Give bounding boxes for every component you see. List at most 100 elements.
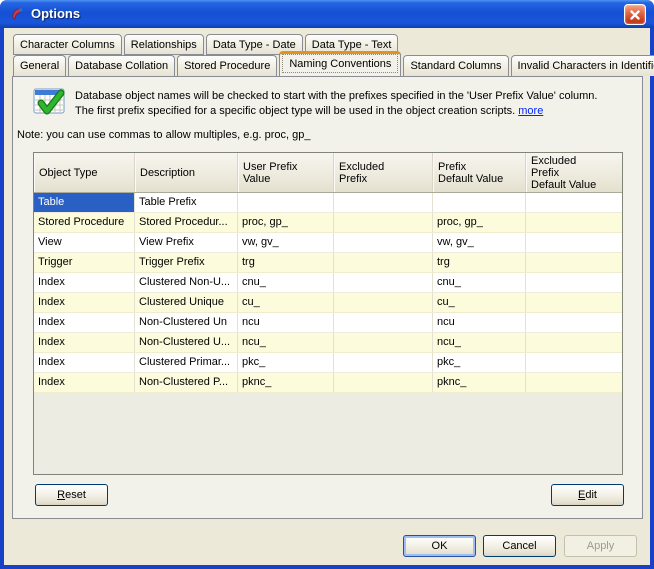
tab-invalid-characters-in-identifiers[interactable]: Invalid Characters in Identifiers xyxy=(511,55,654,76)
grid-cell[interactable]: proc, gp_ xyxy=(433,213,526,232)
grid-row[interactable]: Stored ProcedureStored Procedur...proc, … xyxy=(34,213,622,233)
column-header[interactable]: Prefix Default Value xyxy=(433,153,526,192)
grid-cell[interactable]: vw, gv_ xyxy=(238,233,334,252)
grid-cell[interactable]: Table Prefix xyxy=(135,193,238,212)
titlebar[interactable]: Options xyxy=(0,0,654,28)
grid-cell[interactable]: cnu_ xyxy=(238,273,334,292)
grid-cell[interactable]: ncu xyxy=(433,313,526,332)
options-dialog: Options Character ColumnsRelationshipsDa… xyxy=(0,0,654,569)
selected-cell[interactable]: Table xyxy=(34,193,135,212)
column-header[interactable]: Excluded Prefix xyxy=(334,153,433,192)
info-line1: Database object names will be checked to… xyxy=(75,89,635,104)
grid-row[interactable]: ViewView Prefixvw, gv_vw, gv_ xyxy=(34,233,622,253)
info-text: Database object names will be checked to… xyxy=(75,89,635,119)
grid-cell[interactable]: Index xyxy=(34,293,135,312)
grid-cell[interactable] xyxy=(334,193,433,212)
grid-cell[interactable]: Non-Clustered U... xyxy=(135,333,238,352)
grid-cell[interactable]: Trigger Prefix xyxy=(135,253,238,272)
grid-cell[interactable]: Index xyxy=(34,273,135,292)
grid-cell[interactable]: vw, gv_ xyxy=(433,233,526,252)
grid-cell[interactable]: Clustered Primar... xyxy=(135,353,238,372)
grid-row[interactable]: IndexNon-Clustered Unncuncu xyxy=(34,313,622,333)
tab-relationships[interactable]: Relationships xyxy=(124,34,204,55)
grid-cell[interactable]: pknc_ xyxy=(433,373,526,392)
grid-cell[interactable]: Index xyxy=(34,313,135,332)
grid-cell[interactable] xyxy=(526,293,622,312)
grid-cell[interactable]: pkc_ xyxy=(238,353,334,372)
grid-cell[interactable] xyxy=(526,213,622,232)
grid-cell[interactable] xyxy=(526,373,622,392)
tab-database-collation[interactable]: Database Collation xyxy=(68,55,175,76)
grid-cell[interactable] xyxy=(334,373,433,392)
grid-cell[interactable]: cu_ xyxy=(433,293,526,312)
grid-cell[interactable] xyxy=(334,333,433,352)
grid-cell[interactable] xyxy=(238,193,334,212)
grid-cell[interactable]: ncu xyxy=(238,313,334,332)
grid-cell[interactable]: Trigger xyxy=(34,253,135,272)
grid-cell[interactable]: trg xyxy=(238,253,334,272)
reset-button[interactable]: Reset xyxy=(35,484,108,506)
grid-cell[interactable]: trg xyxy=(433,253,526,272)
grid-cell[interactable]: pkc_ xyxy=(433,353,526,372)
tab-naming-conventions[interactable]: Naming Conventions xyxy=(279,51,401,76)
ok-button[interactable]: OK xyxy=(403,535,476,557)
grid-cell[interactable]: cu_ xyxy=(238,293,334,312)
column-header[interactable]: Object Type xyxy=(34,153,135,192)
grid-row[interactable]: TriggerTrigger Prefixtrgtrg xyxy=(34,253,622,273)
tab-general[interactable]: General xyxy=(13,55,66,76)
grid-cell[interactable]: ncu_ xyxy=(433,333,526,352)
grid-cell[interactable]: View xyxy=(34,233,135,252)
grid-cell[interactable]: pknc_ xyxy=(238,373,334,392)
close-button[interactable] xyxy=(624,4,646,25)
grid-cell[interactable]: cnu_ xyxy=(433,273,526,292)
column-header[interactable]: Description xyxy=(135,153,238,192)
grid-cell[interactable] xyxy=(526,353,622,372)
apply-label: Apply xyxy=(587,540,615,552)
grid-cell[interactable] xyxy=(526,253,622,272)
note-text: Note: you can use commas to allow multip… xyxy=(17,129,310,141)
grid-cell[interactable]: Index xyxy=(34,373,135,392)
grid-cell[interactable] xyxy=(334,213,433,232)
grid-cell[interactable]: Non-Clustered P... xyxy=(135,373,238,392)
apply-button[interactable]: Apply xyxy=(564,535,637,557)
grid-header: Object TypeDescriptionUser Prefix ValueE… xyxy=(34,153,622,193)
grid-cell[interactable]: Clustered Unique xyxy=(135,293,238,312)
grid-row[interactable]: IndexNon-Clustered U...ncu_ncu_ xyxy=(34,333,622,353)
grid-cell[interactable] xyxy=(526,193,622,212)
grid-row[interactable]: IndexClustered Primar...pkc_pkc_ xyxy=(34,353,622,373)
grid-cell[interactable] xyxy=(334,293,433,312)
tab-character-columns[interactable]: Character Columns xyxy=(13,34,122,55)
more-link[interactable]: more xyxy=(518,105,543,117)
grid-cell[interactable]: Stored Procedure xyxy=(34,213,135,232)
grid-cell[interactable] xyxy=(334,353,433,372)
grid-cell[interactable] xyxy=(526,333,622,352)
grid-cell[interactable] xyxy=(334,273,433,292)
grid-cell[interactable] xyxy=(526,233,622,252)
grid-cell[interactable]: Index xyxy=(34,353,135,372)
grid-cell[interactable]: Index xyxy=(34,333,135,352)
ok-label: OK xyxy=(432,540,448,552)
grid-cell[interactable] xyxy=(334,313,433,332)
grid-cell[interactable] xyxy=(526,313,622,332)
grid-body: TableTable PrefixStored ProcedureStored … xyxy=(34,193,622,393)
cancel-button[interactable]: Cancel xyxy=(483,535,556,557)
edit-button[interactable]: Edit xyxy=(551,484,624,506)
grid-row[interactable]: IndexClustered Non-U...cnu_cnu_ xyxy=(34,273,622,293)
grid-cell[interactable]: Stored Procedur... xyxy=(135,213,238,232)
grid-cell[interactable]: View Prefix xyxy=(135,233,238,252)
grid-cell[interactable] xyxy=(433,193,526,212)
grid-cell[interactable] xyxy=(526,273,622,292)
tab-standard-columns[interactable]: Standard Columns xyxy=(403,55,508,76)
grid-row[interactable]: IndexClustered Uniquecu_cu_ xyxy=(34,293,622,313)
grid-cell[interactable] xyxy=(334,253,433,272)
grid-cell[interactable]: ncu_ xyxy=(238,333,334,352)
grid-row[interactable]: TableTable Prefix xyxy=(34,193,622,213)
column-header[interactable]: User Prefix Value xyxy=(238,153,334,192)
grid-cell[interactable]: proc, gp_ xyxy=(238,213,334,232)
grid-row[interactable]: IndexNon-Clustered P...pknc_pknc_ xyxy=(34,373,622,393)
column-header[interactable]: Excluded Prefix Default Value xyxy=(526,153,622,192)
grid-cell[interactable]: Clustered Non-U... xyxy=(135,273,238,292)
grid-cell[interactable]: Non-Clustered Un xyxy=(135,313,238,332)
tab-stored-procedure[interactable]: Stored Procedure xyxy=(177,55,277,76)
grid-cell[interactable] xyxy=(334,233,433,252)
